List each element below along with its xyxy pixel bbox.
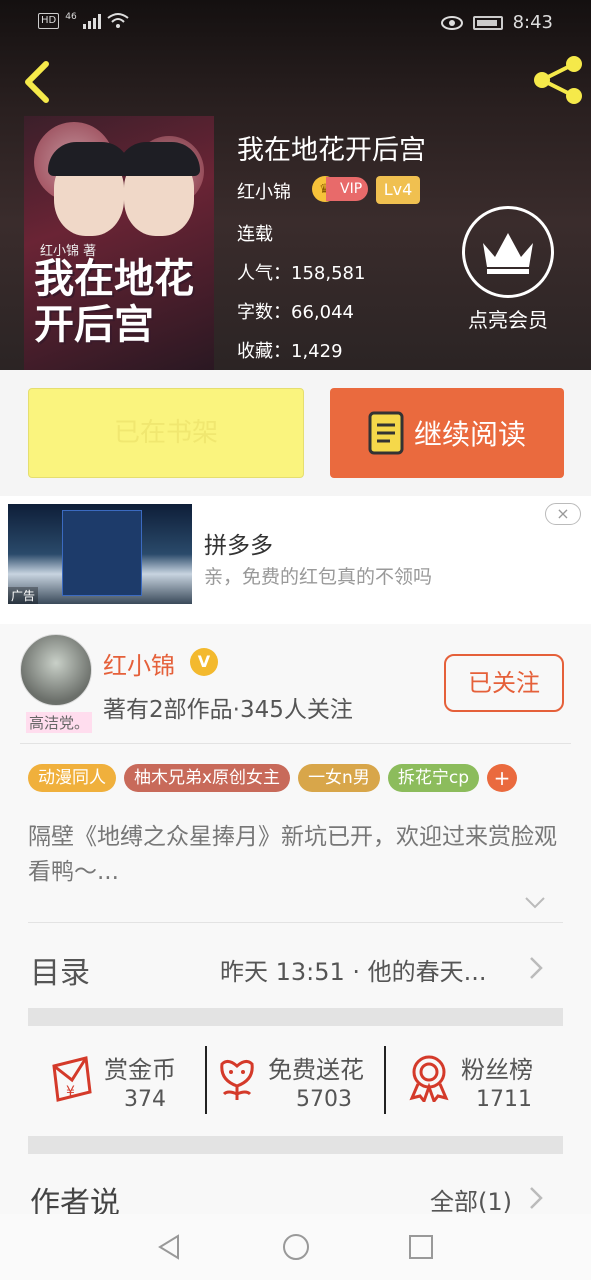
shelf-button[interactable]: 已在书架 <box>28 388 304 478</box>
wifi-icon <box>107 13 129 28</box>
book-author[interactable]: 红小锦 <box>237 178 291 204</box>
chevron-right-icon[interactable] <box>528 1186 544 1210</box>
section-band <box>28 1136 563 1154</box>
toc-latest-chapter[interactable]: 昨天 13:51 · 他的春天... <box>220 952 487 987</box>
action-bar: 已在书架 继续阅读 <box>0 370 591 496</box>
tag-item[interactable]: 拆花宁cp <box>387 764 479 792</box>
avatar-tag: 高洁党。 <box>26 712 93 733</box>
book-header: HD 46 8:43 红小锦 著 我在地花开后宫 我在地花开后宫 红小锦 ♛ V… <box>0 0 591 370</box>
ad-close-button[interactable]: × <box>545 503 581 525</box>
ad-banner[interactable]: 广告 <box>0 496 591 624</box>
book-title: 我在地花开后宫 <box>237 135 426 166</box>
ad-title[interactable]: 拼多多 <box>204 526 273 560</box>
clock: 8:43 <box>512 12 553 33</box>
ad-desc[interactable]: 亲，免费的红包真的不领吗 <box>204 562 432 589</box>
flower-icon <box>220 1059 254 1100</box>
stat-label-fans[interactable]: 粉丝榜 <box>461 1050 533 1085</box>
ad-label: 广告 <box>8 587 39 604</box>
stat-value-flowers: 5703 <box>296 1087 352 1112</box>
member-label[interactable]: 点亮会员 <box>456 304 560 333</box>
verified-icon: V <box>190 648 218 676</box>
back-icon[interactable] <box>18 60 58 104</box>
book-icon <box>368 411 404 455</box>
continue-read-button[interactable]: 继续阅读 <box>330 388 564 478</box>
home-nav-icon[interactable] <box>282 1233 310 1261</box>
chevron-down-icon[interactable] <box>524 896 546 910</box>
divider <box>28 922 563 923</box>
battery-icon <box>472 15 503 30</box>
divider <box>205 1046 207 1114</box>
tag-item[interactable]: 动漫同人 <box>28 764 116 792</box>
tag-item[interactable]: 柚木兄弟x原创女主 <box>124 764 291 792</box>
level-badge: Lv4 <box>376 176 420 204</box>
chevron-right-icon[interactable] <box>528 956 544 980</box>
divider <box>20 743 571 744</box>
author-name[interactable]: 红小锦 <box>103 646 175 681</box>
stat-label-coins[interactable]: 赏金币 <box>104 1050 176 1085</box>
author-stats: 著有2部作品·345人关注 <box>103 697 353 723</box>
signal-icon <box>82 13 101 29</box>
vip-badge: ♛ VIP <box>312 176 369 202</box>
toc-label[interactable]: 目录 <box>30 948 90 992</box>
medal-icon <box>409 1055 449 1102</box>
author-say-all[interactable]: 全部(1) <box>430 1182 512 1217</box>
crown-icon <box>483 233 533 274</box>
stat-label-flowers[interactable]: 免费送花 <box>268 1050 364 1085</box>
avatar[interactable] <box>20 634 92 706</box>
network-type: 46 <box>65 12 77 22</box>
book-description[interactable]: 隔壁《地缚之众星捧月》新坑已开，欢迎过来赏脸观看鸭～... <box>28 820 568 890</box>
stat-value-fans: 1711 <box>476 1087 532 1112</box>
divider <box>384 1046 386 1114</box>
ad-image[interactable]: 广告 <box>8 504 192 604</box>
tag-list: 动漫同人 柚木兄弟x原创女主 一女n男 拆花宁cp + <box>28 764 517 792</box>
book-cover[interactable]: 红小锦 著 我在地花开后宫 <box>24 116 214 370</box>
add-tag-button[interactable]: + <box>486 764 517 792</box>
book-word-count: 字数：66,044 <box>237 302 354 323</box>
status-bar: HD 46 8:43 <box>0 0 591 48</box>
tag-item[interactable]: 一女n男 <box>298 764 380 792</box>
recents-nav-icon[interactable] <box>408 1234 434 1260</box>
svg-text:¥: ¥ <box>66 1084 75 1100</box>
book-popularity: 人气：158,581 <box>237 263 366 284</box>
book-status: 连载 <box>237 224 273 245</box>
red-envelope-icon: ¥ <box>52 1056 92 1102</box>
member-button[interactable] <box>462 206 554 298</box>
section-band <box>28 1008 563 1026</box>
eye-icon <box>440 15 463 30</box>
book-favorites: 收藏：1,429 <box>237 341 343 362</box>
stat-value-coins: 374 <box>124 1087 166 1112</box>
back-nav-icon[interactable] <box>156 1234 182 1260</box>
share-icon[interactable] <box>530 52 586 108</box>
cover-title: 我在地花开后宫 <box>34 255 194 348</box>
hd-badge: HD <box>38 13 60 29</box>
system-nav-bar <box>0 1214 591 1280</box>
follow-button[interactable]: 已关注 <box>444 654 564 712</box>
continue-read-label: 继续阅读 <box>413 418 526 451</box>
